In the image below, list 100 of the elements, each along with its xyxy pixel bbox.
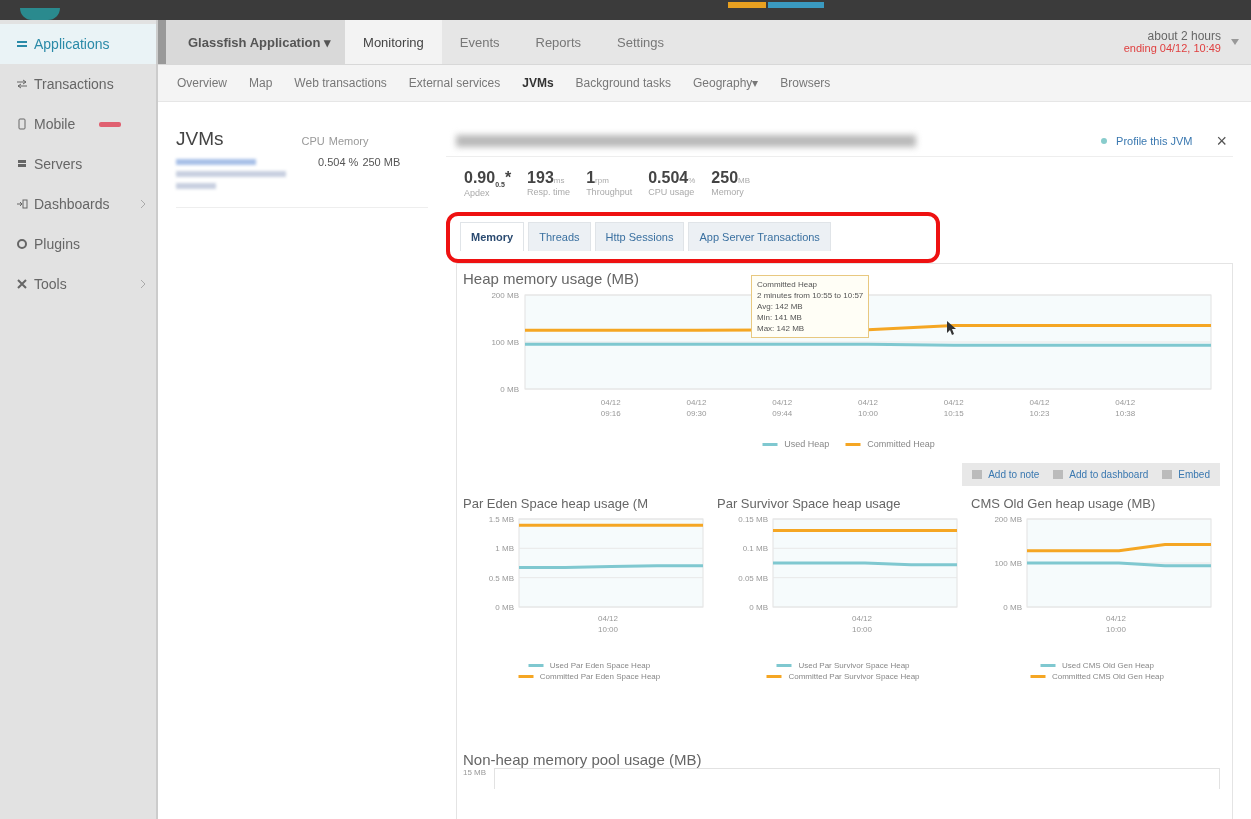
sub-tab[interactable]: Background tasks	[564, 76, 682, 90]
metric-value: 0.90$_{0.5}$*	[464, 169, 512, 189]
tab[interactable]: Threads	[528, 222, 591, 252]
profile-link[interactable]: Profile this JVM	[1116, 135, 1193, 147]
sidebar-item[interactable]: Servers	[0, 144, 156, 184]
axis-label: 100 MB	[994, 559, 1022, 569]
menu-icon	[16, 278, 28, 290]
nav-tab[interactable]: Events	[441, 20, 518, 64]
time-range: about 2 hours	[1147, 30, 1221, 42]
axis-label: 15 MB	[463, 768, 487, 778]
axis-label: 0.5 MB	[488, 573, 514, 583]
chart-title: Non-heap memory pool usage (MB)	[463, 751, 702, 769]
sidebar-item[interactable]: Mobile	[0, 104, 156, 144]
menu-icon	[16, 158, 28, 170]
time-ending: ending 04/12, 10:49	[1123, 42, 1221, 54]
sub-tab[interactable]: Geography▾	[682, 76, 770, 90]
nav-tab[interactable]: Reports	[517, 20, 600, 64]
tab[interactable]: Memory	[460, 222, 525, 252]
axis-label: 04/12 10:00	[1106, 614, 1126, 635]
metric-value: 1rpm	[586, 169, 610, 187]
time-picker[interactable]: about 2 hours ending 04/12, 10:49	[1123, 30, 1221, 54]
tooltip-line: Min: 141 MB	[757, 312, 803, 324]
axis-label: 04/12 10:00	[598, 614, 618, 635]
metric-value: 0.504%	[648, 169, 696, 187]
sub-tab[interactable]: Web transactions	[283, 76, 398, 90]
legend-label: Committed Heap	[867, 439, 935, 450]
metric-label: Memory	[711, 187, 745, 197]
axis-label: 04/12 09:30	[686, 398, 707, 419]
action-link[interactable]: Embed	[1162, 469, 1210, 481]
tooltip-line: Committed Heap	[757, 279, 819, 291]
action-link[interactable]: Add to note	[972, 469, 1040, 481]
legend-swatch	[843, 442, 864, 446]
sub-tab[interactable]: Browsers	[769, 76, 842, 90]
logo-icon	[20, 8, 60, 20]
axis-label: 1 MB	[495, 544, 514, 554]
legend-label: Used CMS Old Gen Heap	[1061, 661, 1154, 671]
column-header: CPU	[301, 135, 325, 147]
axis-label: 04/12 10:23	[1029, 398, 1050, 419]
menu-icon	[16, 78, 28, 90]
metric-label: CPU usage	[648, 187, 696, 197]
axis-label: 0 MB	[1003, 603, 1022, 613]
legend-label: Used Par Eden Space Heap	[549, 661, 651, 671]
nav-tab[interactable]: Settings	[599, 20, 682, 64]
legend-label: Committed CMS Old Gen Heap	[1051, 672, 1164, 682]
legend-label: Committed Par Survivor Space Heap	[788, 672, 920, 682]
axis-label: 200 MB	[994, 515, 1022, 525]
axis-label: 04/12 10:15	[943, 398, 964, 419]
axis-label: 04/12 09:44	[772, 398, 793, 419]
axis-label: 04/12 10:00	[858, 398, 878, 419]
sidebar-item[interactable]: Transactions	[0, 64, 156, 104]
menu-icon	[16, 38, 28, 50]
sidebar-item[interactable]: Plugins	[0, 224, 156, 264]
tooltip-line: Avg: 142 MB	[757, 301, 804, 313]
column-header: Memory	[328, 135, 369, 147]
close-button[interactable]: ×	[1210, 130, 1233, 152]
sidebar-item[interactable]: Tools	[0, 264, 156, 304]
axis-label: 1.5 MB	[488, 515, 514, 525]
tab[interactable]: Http Sessions	[594, 222, 685, 252]
sub-tab[interactable]: External services	[397, 76, 512, 90]
sub-tab[interactable]: JVMs	[511, 76, 565, 90]
tooltip-line: Max: 142 MB	[757, 323, 806, 335]
sub-tab[interactable]: Overview	[166, 76, 238, 90]
axis-label: 0.15 MB	[738, 515, 768, 525]
chart-title: Par Survivor Space heap usage	[717, 496, 902, 512]
menu-icon	[16, 238, 28, 250]
memory-value: 250 MB	[362, 156, 401, 168]
legend-label: Used Par Survivor Space Heap	[798, 661, 910, 671]
metric-value: 193ms	[527, 169, 566, 187]
axis-label: 0 MB	[495, 603, 514, 613]
axis-label: 04/12 10:00	[852, 614, 872, 635]
toolbar-button[interactable]	[768, 2, 824, 8]
axis-label: 0 MB	[749, 603, 768, 613]
cpu-value: 0.504 %	[318, 156, 359, 168]
sidebar-item[interactable]: Applications	[0, 24, 156, 64]
section-title: JVMs	[176, 128, 224, 150]
axis-label: 0 MB	[500, 385, 519, 395]
axis-label: 04/12 10:38	[1115, 398, 1136, 419]
nav-tab[interactable]: Monitoring	[345, 20, 442, 64]
chart-title: CMS Old Gen heap usage (MB)	[971, 496, 1157, 512]
metric-label: Apdex	[464, 188, 491, 199]
cursor-icon	[947, 321, 956, 336]
axis-label: 200 MB	[491, 291, 519, 301]
menu-icon	[16, 198, 28, 210]
tooltip-line: 2 minutes from 10:55 to 10:57	[757, 290, 864, 302]
legend-label: Committed Par Eden Space Heap	[539, 672, 661, 682]
metric-label: Throughput	[586, 187, 633, 197]
axis-label: 04/12 09:16	[600, 398, 621, 419]
chart-title: Par Eden Space heap usage (M	[463, 496, 649, 512]
toolbar-button[interactable]	[728, 2, 766, 8]
tab[interactable]: App Server Transactions	[688, 222, 831, 252]
jvm-row[interactable]: 0.504 % 250 MB	[176, 150, 428, 208]
legend-swatch	[760, 442, 781, 446]
app-selector[interactable]: Glassfish Application ▾	[158, 20, 346, 64]
caret-icon[interactable]	[1231, 39, 1239, 45]
bullet-icon	[1100, 137, 1109, 145]
sidebar-item[interactable]: Dashboards	[0, 184, 156, 224]
action-link[interactable]: Add to dashboard	[1053, 469, 1149, 481]
chart-title: Heap memory usage (MB)	[463, 270, 639, 288]
menu-icon	[16, 118, 28, 130]
sub-tab[interactable]: Map	[238, 76, 284, 90]
